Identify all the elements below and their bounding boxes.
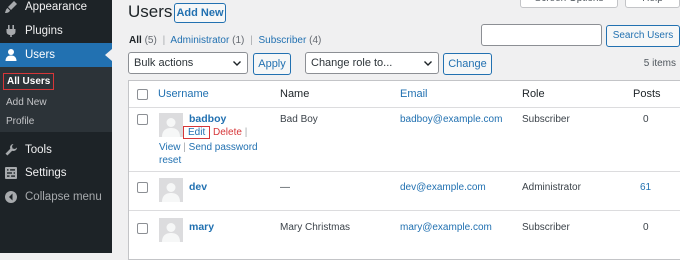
role-filter-links: All (5) | Administrator (1) | Subscriber…: [129, 35, 321, 46]
user-posts: 0: [643, 222, 649, 233]
username-link[interactable]: badboy: [189, 113, 226, 125]
username-link[interactable]: dev: [189, 181, 207, 193]
row-actions: View | Send password: [159, 142, 258, 153]
users-submenu: All Users Add New Profile: [0, 67, 112, 132]
action-separator: |: [244, 127, 248, 138]
menu-label: Users: [25, 49, 56, 61]
user-search-input[interactable]: [481, 24, 602, 46]
filter-administrator[interactable]: Administrator: [170, 35, 229, 46]
admin-sidebar: Appearance Plugins Users All Users Add N…: [0, 0, 112, 253]
edit-link[interactable]: Edit: [183, 126, 211, 139]
plugin-icon: [4, 24, 18, 38]
row-divider: [129, 171, 680, 172]
menu-label: Tools: [25, 144, 52, 156]
row-checkbox[interactable]: [137, 182, 148, 193]
row-checkbox[interactable]: [137, 114, 148, 125]
avatar: [159, 113, 183, 137]
row-divider: [129, 210, 680, 211]
change-role-value: Change role to...: [311, 57, 393, 69]
column-header-role: Role: [522, 88, 545, 100]
user-role: Subscriber: [522, 222, 570, 233]
delete-link[interactable]: Delete: [213, 127, 242, 138]
menu-label: Plugins: [25, 25, 63, 37]
user-role: Subscriber: [522, 114, 570, 125]
user-email-link[interactable]: dev@example.com: [400, 182, 486, 193]
bulk-actions-select[interactable]: Bulk actions: [128, 52, 248, 74]
user-posts: 0: [643, 114, 649, 125]
avatar: [159, 218, 183, 242]
send-password-reset-link[interactable]: Send password: [189, 142, 258, 153]
user-icon: [4, 48, 18, 62]
filter-subscriber[interactable]: Subscriber: [259, 35, 307, 46]
menu-label: Settings: [25, 167, 67, 179]
chevron-down-icon: [424, 61, 432, 66]
users-table: Username Name Email Role Posts badboy Ed…: [128, 80, 680, 260]
screen-options-button[interactable]: Screen Options: [520, 0, 618, 8]
paintbrush-icon: [4, 0, 18, 14]
column-header-username[interactable]: Username: [158, 88, 209, 100]
submenu-profile[interactable]: Profile: [6, 116, 34, 127]
user-role: Administrator: [522, 182, 581, 193]
apply-button[interactable]: Apply: [253, 53, 291, 75]
submenu-add-new[interactable]: Add New: [6, 97, 47, 108]
chevron-down-icon: [233, 61, 241, 66]
filter-administrator-count: (1): [232, 35, 245, 46]
row-actions: Edit Delete |: [183, 126, 248, 139]
wrench-icon: [4, 143, 18, 157]
settings-icon: [4, 166, 18, 180]
add-new-user-button[interactable]: Add New: [174, 3, 226, 23]
page-title: Users: [128, 2, 173, 21]
user-email-link[interactable]: badboy@example.com: [400, 114, 502, 125]
user-name: Mary Christmas: [280, 222, 351, 233]
user-name: Bad Boy: [280, 114, 318, 125]
header-divider: [129, 107, 680, 108]
search-users-button[interactable]: Search Users: [606, 25, 680, 47]
user-email-link[interactable]: mary@example.com: [400, 222, 492, 233]
user-name: —: [280, 182, 290, 193]
row-checkbox[interactable]: [137, 223, 148, 234]
column-header-name: Name: [280, 88, 310, 100]
avatar: [159, 178, 183, 202]
menu-item-settings[interactable]: Settings: [0, 161, 112, 185]
filter-all-count: (5): [144, 35, 157, 46]
filter-subscriber-count: (4): [309, 35, 322, 46]
column-header-posts: Posts: [633, 88, 661, 100]
user-posts-link[interactable]: 61: [640, 182, 651, 193]
menu-item-users[interactable]: Users: [0, 43, 112, 67]
change-role-select[interactable]: Change role to...: [305, 52, 439, 74]
menu-item-appearance[interactable]: Appearance: [0, 0, 112, 19]
submenu-all-users[interactable]: All Users: [3, 73, 55, 90]
action-separator: |: [183, 142, 186, 153]
help-button[interactable]: Help: [625, 0, 680, 8]
items-count: 5 items: [643, 58, 676, 69]
menu-item-plugins[interactable]: Plugins: [0, 19, 112, 43]
username-link[interactable]: mary: [189, 221, 214, 233]
collapse-icon: [4, 190, 18, 204]
select-all-checkbox[interactable]: [137, 89, 148, 100]
column-header-email[interactable]: Email: [400, 88, 428, 100]
view-link[interactable]: View: [159, 142, 181, 153]
change-role-button[interactable]: Change: [443, 53, 492, 75]
menu-label: Collapse menu: [25, 191, 102, 203]
filter-all[interactable]: All: [129, 35, 142, 46]
bulk-actions-value: Bulk actions: [134, 57, 194, 69]
filter-separator: |: [162, 35, 166, 46]
collapse-menu-button[interactable]: Collapse menu: [0, 185, 112, 209]
menu-item-tools[interactable]: Tools: [0, 138, 112, 162]
send-password-reset-link[interactable]: reset: [159, 155, 181, 166]
filter-separator: |: [250, 35, 253, 46]
menu-label: Appearance: [25, 1, 88, 13]
